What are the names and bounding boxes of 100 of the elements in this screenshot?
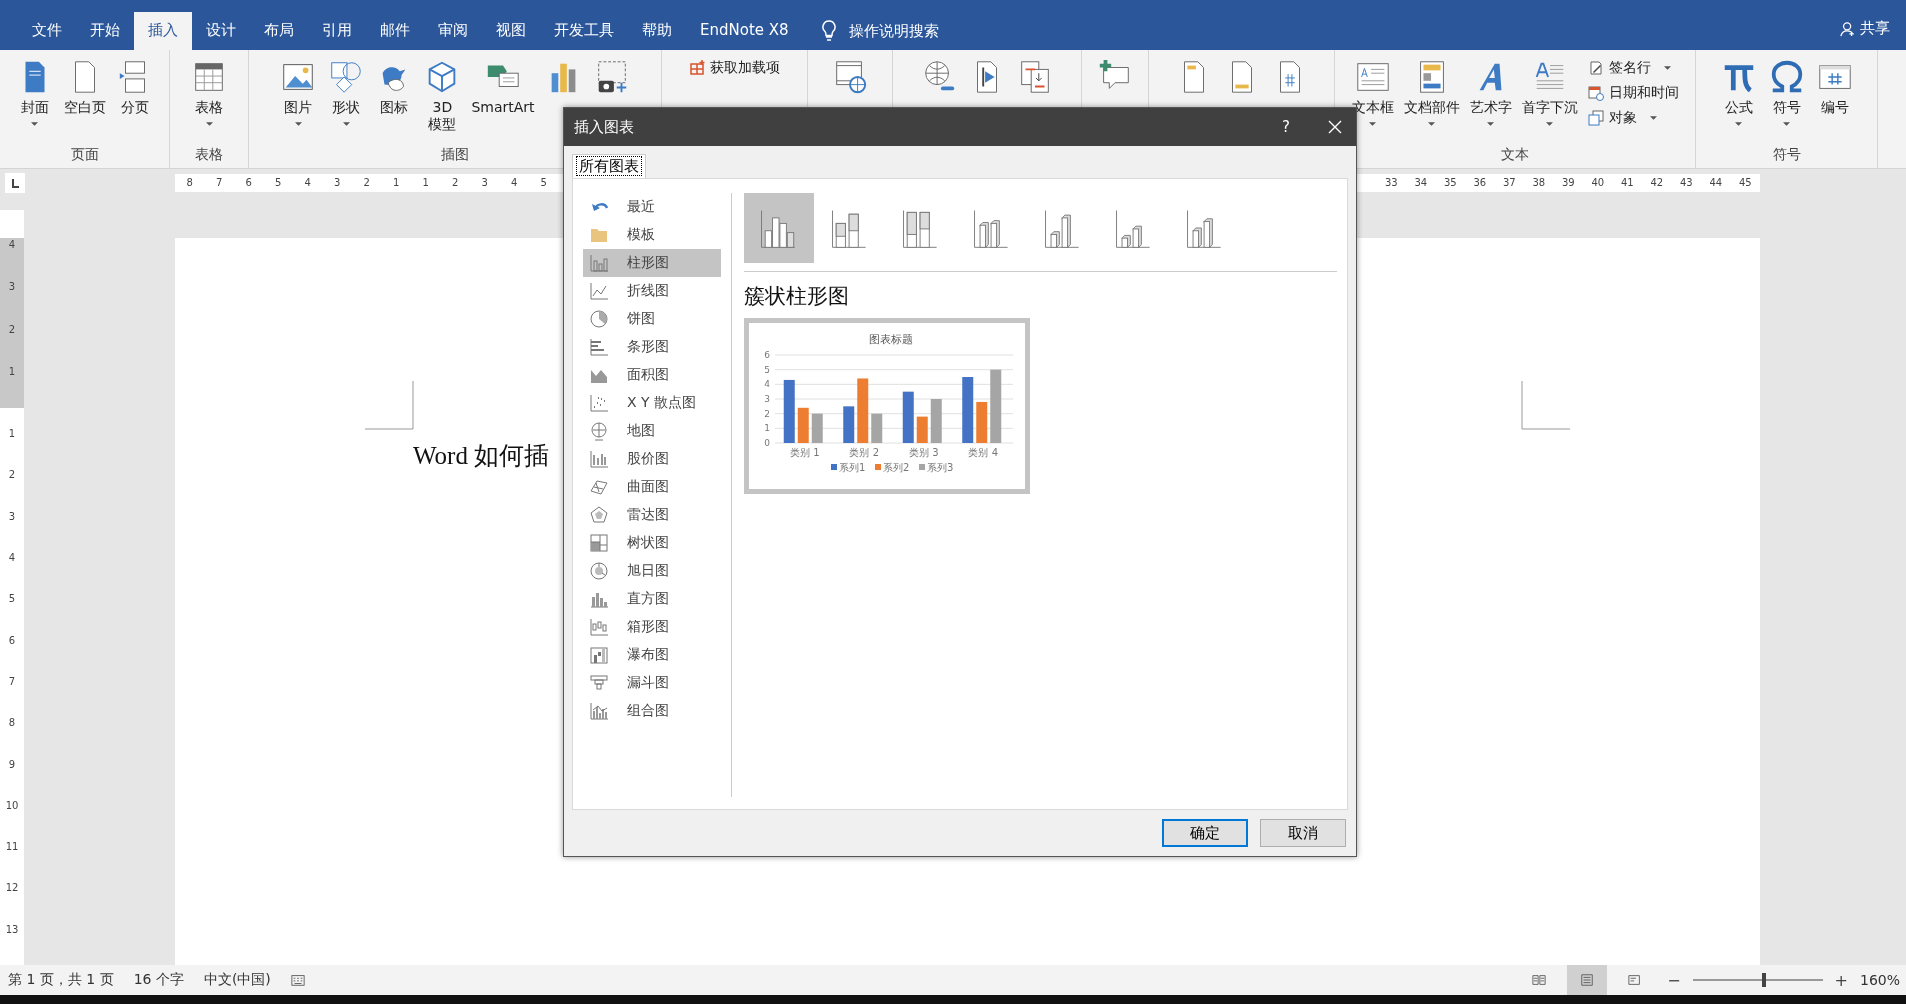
chart-type-item[interactable]: X Y 散点图 [583,389,721,417]
chart-type-item[interactable]: 旭日图 [583,557,721,585]
chart-type-item[interactable]: 条形图 [583,333,721,361]
zoom-level[interactable]: 160% [1859,972,1906,988]
close-icon[interactable] [1328,120,1342,134]
ruler-number: 6 [7,634,17,648]
keyboard-icon[interactable] [290,973,305,987]
ribbon-button[interactable]: 签名行 [1584,58,1682,78]
zoom-out-button[interactable]: − [1663,970,1685,990]
ruler-number: 8 [185,177,194,188]
ribbon-button[interactable]: 对象 [1584,108,1682,128]
language[interactable]: 中文(中国) [203,971,283,989]
surface-chart-icon [589,477,609,497]
chart-type-item[interactable]: 地图 [583,417,721,445]
ribbon-tab[interactable]: 邮件 [366,12,424,50]
ribbon-button[interactable]: 分页 [112,56,157,119]
ruler-number: 5 [274,177,283,188]
ruler-number: 35 [1442,177,1458,188]
ruler-number: 8 [7,717,17,731]
ribbon-button[interactable]: 日期和时间 [1584,83,1682,103]
group-label: 符号 [1772,146,1801,164]
ribbon-button[interactable]: 编号 [1812,56,1857,119]
legend-item: 系列2 [875,462,910,473]
ribbon-tab[interactable]: 文件 [18,12,76,50]
ribbon-button[interactable]: 获取加载项 [686,58,783,78]
help-button[interactable]: ? [1282,118,1290,136]
ribbon-button[interactable]: 文档部件 [1400,56,1463,128]
cancel-button[interactable]: 取消 [1260,819,1346,847]
chart-type-item[interactable]: 模板 [583,221,721,249]
legend-label: 系列1 [839,462,866,473]
ruler-number: 2 [7,469,17,483]
column-chart-icon [589,253,609,273]
ribbon-tab[interactable]: EndNote X8 [686,12,803,50]
group-label: 表格 [195,146,223,164]
ruler-number: 7 [7,675,17,689]
zoom-slider[interactable] [1692,972,1823,988]
ribbon-tab[interactable]: 设计 [192,12,250,50]
chart-subtype-button[interactable] [744,193,814,263]
ribbon-button[interactable]: 图标 [372,56,417,118]
ribbon-button[interactable]: SmartArt [468,56,538,117]
treemap-icon [589,533,609,553]
chart-type-item[interactable]: 雷达图 [583,501,721,529]
chart-type-item[interactable]: 折线图 [583,277,721,305]
ruler-number: 3 [7,281,17,295]
chart-type-item[interactable]: 组合图 [583,697,721,725]
ribbon-tab[interactable]: 视图 [482,12,540,50]
ribbon-button[interactable]: 符号 [1764,56,1809,128]
ribbon-button[interactable]: 封面 [12,56,57,128]
chart-type-item[interactable]: 柱形图 [583,249,721,277]
legend-item: 系列1 [831,462,866,473]
ribbon-tab[interactable]: 开始 [76,12,134,50]
ribbon-button[interactable]: 表格 [187,56,231,128]
ribbon-button[interactable]: 图片 [276,56,321,128]
tick-label: 3 [764,394,770,404]
chart-bar [843,406,855,443]
sunburst-chart-icon [589,561,609,581]
word-count[interactable]: 16 个字 [133,971,196,989]
ribbon-button[interactable]: 3D 模型 [420,56,465,135]
chart-type-item[interactable]: 最近 [583,193,721,221]
chart-bar [976,401,988,443]
ruler-number: 37 [1501,177,1517,188]
chart-type-item[interactable]: 股价图 [583,445,721,473]
chart-title: 图表标题 [869,333,913,346]
ribbon-button[interactable]: 形状 [324,56,369,128]
ruler-number: 6 [244,177,253,188]
ribbon-button[interactable]: 公式 [1716,56,1761,128]
chart-bar [930,399,942,443]
ribbon-tab[interactable]: 审阅 [424,12,482,50]
ruler-number: 4 [510,177,519,188]
share-button[interactable]: 共享 [1840,19,1906,50]
tell-me-search[interactable]: 操作说明搜索 [848,21,939,41]
ribbon-button[interactable]: 艺术字 [1466,56,1515,128]
chart-type-item[interactable]: 饼图 [583,305,721,333]
box-plot-icon [589,617,609,637]
slider-thumb[interactable] [1762,973,1767,987]
dialog-tab[interactable]: 所有图表 [572,154,646,178]
ok-button[interactable]: 确定 [1162,819,1248,847]
ribbon-tab[interactable]: 帮助 [628,12,686,50]
ribbon-tab[interactable]: 插入 [134,12,192,50]
ribbon-button[interactable]: 空白页 [60,56,109,119]
chart-type-item[interactable]: 曲面图 [583,473,721,501]
ribbon-button[interactable]: 首字下沉 [1518,56,1581,128]
ribbon-tab[interactable]: 布局 [250,12,308,50]
tab-stop-icon[interactable] [5,172,25,193]
chart-type-item[interactable]: 面积图 [583,361,721,389]
chart-type-item[interactable]: 箱形图 [583,613,721,641]
ribbon-tab[interactable]: 开发工具 [540,12,628,50]
ribbon-tab[interactable]: 引用 [308,12,366,50]
print-layout-icon[interactable] [1567,965,1608,995]
ruler-number: 13 [4,923,20,937]
zoom-in-button[interactable]: + [1830,970,1852,990]
chart-type-item[interactable]: 直方图 [583,585,721,613]
ruler-number: 4 [7,552,17,566]
chart-type-item[interactable]: 树状图 [583,529,721,557]
chart-type-item[interactable]: 瀑布图 [583,641,721,669]
ruler-number: 5 [539,177,548,188]
line-chart-icon [589,281,609,301]
page-count[interactable]: 第 1 页，共 1 页 [8,971,126,989]
ruler-number: 4 [303,177,312,188]
chart-type-item[interactable]: 漏斗图 [583,669,721,697]
